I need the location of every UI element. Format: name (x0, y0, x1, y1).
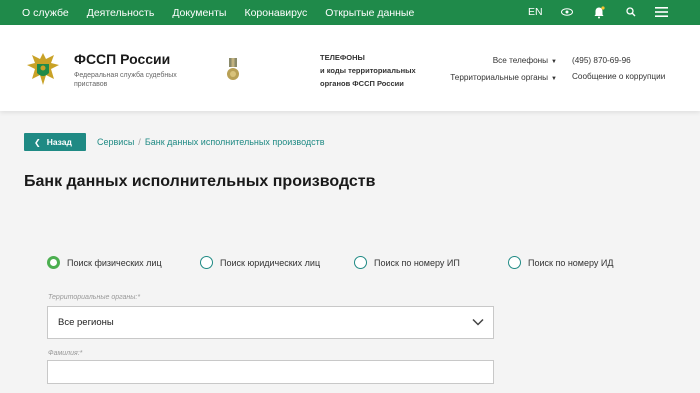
territorial-label: Территориальные органы (450, 73, 549, 82)
brand-subtitle: Федеральная служба судебных приставов (74, 72, 177, 88)
search-icon[interactable] (624, 5, 638, 19)
back-button[interactable]: ❮ Назад (24, 133, 86, 151)
territorial-select[interactable]: Все регионы (47, 306, 494, 339)
top-nav-item-open-data[interactable]: Открытые данные (325, 7, 414, 19)
site-header: ФССП России Федеральная служба судебных … (0, 25, 700, 111)
radio-individuals[interactable]: Поиск физических лиц (47, 256, 162, 269)
radio-unchecked-icon (200, 256, 213, 269)
radio-checked-icon (47, 256, 60, 269)
language-switch[interactable]: EN (528, 6, 543, 18)
radio-label: Поиск физических лиц (67, 257, 162, 268)
radio-legal-entities[interactable]: Поиск юридических лиц (200, 256, 320, 269)
chevron-down-icon (471, 315, 485, 329)
breadcrumb-current[interactable]: Банк данных исполнительных производств (145, 137, 325, 147)
surname-input[interactable] (47, 360, 494, 384)
all-phones-label: Все телефоны (492, 56, 549, 65)
breadcrumb: Сервисы / Банк данных исполнительных произ… (97, 137, 325, 147)
radio-label: Поиск по номеру ИП (374, 257, 460, 268)
brand-title: ФССП России (74, 51, 171, 67)
all-phones-dropdown[interactable]: Все телефоны ▼ (447, 53, 557, 70)
corruption-report-link[interactable]: Сообщение о коррупции (572, 69, 665, 85)
menu-icon[interactable] (654, 5, 668, 19)
header-contacts: (495) 870-69-96 Сообщение о коррупции (572, 53, 665, 85)
phones-line-2: и коды территориальных (320, 66, 416, 75)
medal-icon (226, 58, 240, 84)
radio-label: Поиск по номеру ИД (528, 257, 614, 268)
radio-id-number[interactable]: Поиск по номеру ИД (508, 256, 613, 269)
top-nav-items: О службе Деятельность Документы Коронави… (0, 7, 432, 19)
hotline-phone[interactable]: (495) 870-69-96 (572, 53, 665, 69)
back-button-label: Назад (46, 137, 72, 147)
territorial-field-label: Территориальные органы:* (48, 294, 141, 301)
territorial-select-value: Все регионы (58, 317, 114, 328)
top-nav-item-documents[interactable]: Документы (172, 7, 226, 19)
surname-field-label: Фамилия:* (48, 350, 83, 357)
phones-line-1: ТЕЛЕФОНЫ (320, 53, 365, 62)
phones-line-3: органов ФССП России (320, 79, 404, 88)
phones-block[interactable]: ТЕЛЕФОНЫ и коды территориальных органов … (320, 51, 416, 90)
breadcrumb-services[interactable]: Сервисы (97, 137, 134, 147)
caret-down-icon: ▼ (551, 59, 557, 65)
chevron-left-icon: ❮ (34, 137, 41, 147)
breadcrumb-separator: / (138, 137, 141, 147)
top-navigation-bar: О службе Деятельность Документы Коронави… (0, 0, 700, 25)
fssp-emblem-logo[interactable] (24, 49, 62, 89)
radio-unchecked-icon (354, 256, 367, 269)
territorial-dropdown[interactable]: Территориальные органы ▼ (447, 70, 557, 87)
page-title: Банк данных исполнительных производств (24, 173, 376, 190)
top-nav-item-coronavirus[interactable]: Коронавирус (244, 7, 307, 19)
caret-down-icon: ▼ (551, 76, 557, 82)
radio-unchecked-icon (508, 256, 521, 269)
eye-icon[interactable] (560, 5, 574, 19)
bell-icon[interactable] (592, 5, 606, 19)
radio-label: Поиск юридических лиц (220, 257, 321, 268)
radio-ip-number[interactable]: Поиск по номеру ИП (354, 256, 460, 269)
top-nav-item-activity[interactable]: Деятельность (87, 7, 155, 19)
header-dropdowns: Все телефоны ▼ Территориальные органы ▼ (447, 53, 557, 87)
top-nav-item-about[interactable]: О службе (22, 7, 69, 19)
